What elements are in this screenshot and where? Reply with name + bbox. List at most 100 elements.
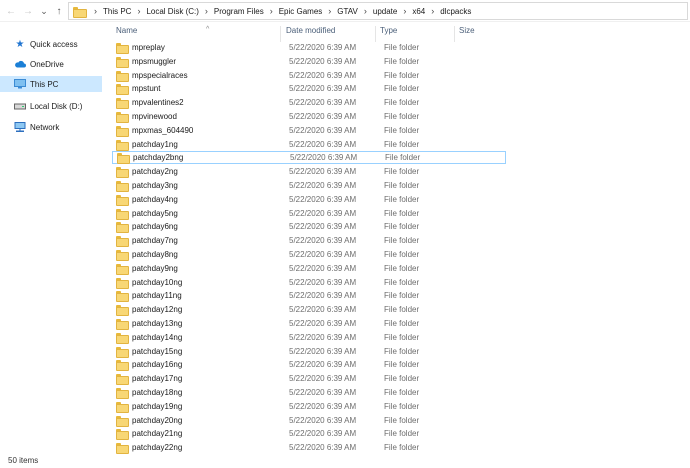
file-row[interactable]: patchday14ng 5/22/2020 6:39 AM File folder (112, 331, 506, 344)
column-header-size[interactable]: Size (459, 26, 499, 40)
file-date-modified: 5/22/2020 6:39 AM (289, 388, 357, 397)
file-row[interactable]: mpspecialraces 5/22/2020 6:39 AM File fold… (112, 69, 506, 82)
file-row[interactable]: patchday15ng 5/22/2020 6:39 AM File folder (112, 345, 506, 358)
file-type: File folder (384, 429, 420, 439)
star-icon: ★ (15, 38, 25, 50)
file-row[interactable]: patchday16ng 5/22/2020 6:39 AM File folder (112, 358, 506, 372)
file-row[interactable]: patchday3ng 5/22/2020 6:39 AM File folder (112, 179, 506, 192)
address-bar[interactable]: › This PC › Local Disk (C:) › Program Fi… (68, 2, 688, 20)
folder-icon (116, 319, 129, 330)
chevron-right-icon[interactable]: › (403, 6, 406, 16)
file-row[interactable]: patchday5ng 5/22/2020 6:39 AM File folder (112, 207, 506, 220)
forward-button[interactable]: → (21, 4, 35, 18)
file-date-modified: 5/22/2020 6:39 AM (289, 43, 357, 52)
file-row[interactable]: patchday19ng 5/22/2020 6:39 AM File folder (112, 400, 506, 413)
file-row[interactable]: patchday8ng 5/22/2020 6:39 AM File folder (112, 248, 506, 261)
column-header-date-modified[interactable]: Date modified (286, 26, 376, 40)
file-row[interactable]: patchday1ng 5/22/2020 6:39 AM File folder (112, 138, 506, 151)
file-row[interactable]: patchday6ng 5/22/2020 6:39 AM File folder (112, 220, 506, 234)
cloud-icon (14, 58, 26, 70)
folder-icon (116, 388, 129, 399)
file-row[interactable]: patchday17ng 5/22/2020 6:39 AM File folder (112, 372, 506, 386)
breadcrumb-epic-games[interactable]: Epic Games (279, 7, 323, 16)
file-row[interactable]: mpstunt 5/22/2020 6:39 AM File folder (112, 82, 506, 96)
sidebar-item-local-disk-d[interactable]: Local Disk (D:) (0, 98, 102, 114)
folder-icon (116, 167, 129, 179)
folder-icon (116, 70, 129, 82)
breadcrumb-this-pc[interactable]: This PC (103, 7, 131, 16)
file-date-modified: 5/22/2020 6:39 AM (289, 167, 357, 177)
column-divider[interactable] (280, 26, 281, 42)
chevron-right-icon[interactable]: › (431, 6, 434, 16)
breadcrumb-program-files[interactable]: Program Files (214, 7, 264, 16)
up-button[interactable]: ↑ (52, 4, 66, 18)
file-type: File folder (384, 84, 420, 94)
file-row[interactable]: mpxmas_604490 5/22/2020 6:39 AM File folde… (112, 124, 506, 137)
sidebar-item-label: Network (30, 122, 60, 132)
file-row[interactable]: mpvinewood 5/22/2020 6:39 AM File folder (112, 110, 506, 123)
file-row[interactable]: patchday10ng 5/22/2020 6:39 AM File folder (112, 276, 506, 289)
file-row[interactable]: patchday4ng 5/22/2020 6:39 AM File folder (112, 193, 506, 206)
chevron-right-icon[interactable]: › (270, 6, 273, 16)
back-button[interactable]: ← (4, 4, 18, 18)
sidebar-item-this-pc[interactable]: This PC (0, 76, 102, 92)
recent-locations-button[interactable]: ⌄ (37, 4, 51, 18)
file-date-modified: 5/22/2020 6:39 AM (289, 222, 357, 232)
breadcrumb-x64[interactable]: x64 (412, 7, 425, 16)
file-row[interactable]: mpsmuggler 5/22/2020 6:39 AM File folder (112, 55, 506, 68)
file-row[interactable]: patchday20ng 5/22/2020 6:39 AM File folder (112, 414, 506, 427)
file-row[interactable]: patchday11ng 5/22/2020 6:39 AM File folder (112, 289, 506, 303)
column-divider[interactable] (375, 26, 376, 42)
breadcrumb-gtav[interactable]: GTAV (337, 7, 358, 16)
chevron-right-icon[interactable]: › (137, 6, 140, 16)
breadcrumb-update[interactable]: update (373, 7, 397, 16)
file-row[interactable]: patchday21ng 5/22/2020 6:39 AM File folder (112, 427, 506, 441)
file-type: File folder (384, 443, 420, 453)
file-type: File folder (384, 305, 420, 315)
file-name: patchday22ng (132, 443, 183, 453)
file-name: mpsmuggler (132, 56, 177, 66)
file-type: File folder (384, 374, 420, 384)
column-header-type[interactable]: Type (380, 26, 456, 40)
file-list: Name ^ Date modified Type Size mpreplay 5… (104, 22, 690, 455)
sidebar-item-onedrive[interactable]: OneDrive (0, 56, 102, 72)
file-row[interactable]: patchday12ng 5/22/2020 6:39 AM File folder (112, 303, 506, 317)
file-row[interactable]: patchday18ng 5/22/2020 6:39 AM File folder (112, 386, 506, 399)
folder-icon (116, 332, 129, 344)
file-name: patchday9ng (132, 263, 178, 273)
file-row[interactable]: patchday22ng 5/22/2020 6:39 AM File folder (112, 441, 506, 455)
column-divider[interactable] (454, 26, 455, 42)
drive-icon (14, 100, 26, 112)
file-row[interactable]: mpreplay 5/22/2020 6:39 AM File folder (112, 41, 506, 54)
folder-icon (116, 415, 129, 427)
sidebar-item-quick-access[interactable]: ★ Quick access (0, 36, 102, 52)
file-name: patchday13ng (132, 319, 183, 328)
chevron-right-icon[interactable]: › (94, 6, 97, 16)
file-row[interactable]: patchday13ng 5/22/2020 6:39 AM File folder (112, 317, 506, 330)
breadcrumb-local-disk-c[interactable]: Local Disk (C:) (146, 7, 198, 16)
column-header-name[interactable]: Name ^ (116, 26, 284, 40)
file-row[interactable]: patchday2ng 5/22/2020 6:39 AM File folder (112, 165, 506, 179)
file-row[interactable]: patchday7ng 5/22/2020 6:39 AM File folder (112, 234, 506, 248)
chevron-right-icon[interactable]: › (364, 6, 367, 16)
file-row[interactable]: patchday2bng 5/22/2020 6:39 AM File folder (112, 151, 506, 165)
up-arrow-icon: ↑ (56, 5, 62, 17)
file-date-modified: 5/22/2020 6:39 AM (289, 125, 357, 135)
sort-ascending-icon: ^ (206, 26, 210, 33)
status-item-count: 50 items (8, 456, 39, 465)
sidebar-item-network[interactable]: Network (0, 119, 102, 135)
chevron-right-icon[interactable]: › (205, 6, 208, 16)
file-name: mpreplay (132, 43, 165, 52)
file-date-modified: 5/22/2020 6:39 AM (289, 250, 357, 259)
file-type: File folder (384, 277, 420, 287)
file-name: patchday17ng (132, 374, 183, 384)
file-row[interactable]: patchday9ng 5/22/2020 6:39 AM File folder (112, 262, 506, 275)
file-row[interactable]: mpvalentines2 5/22/2020 6:39 AM File folde… (112, 96, 506, 110)
chevron-right-icon[interactable]: › (328, 6, 331, 16)
breadcrumb-dlcpacks[interactable]: dlcpacks (440, 7, 471, 16)
folder-icon (116, 139, 129, 151)
file-name: patchday11ng (132, 291, 182, 301)
folder-icon (116, 56, 129, 68)
file-date-modified: 5/22/2020 6:39 AM (289, 139, 357, 149)
column-header-label: Type (380, 26, 398, 35)
